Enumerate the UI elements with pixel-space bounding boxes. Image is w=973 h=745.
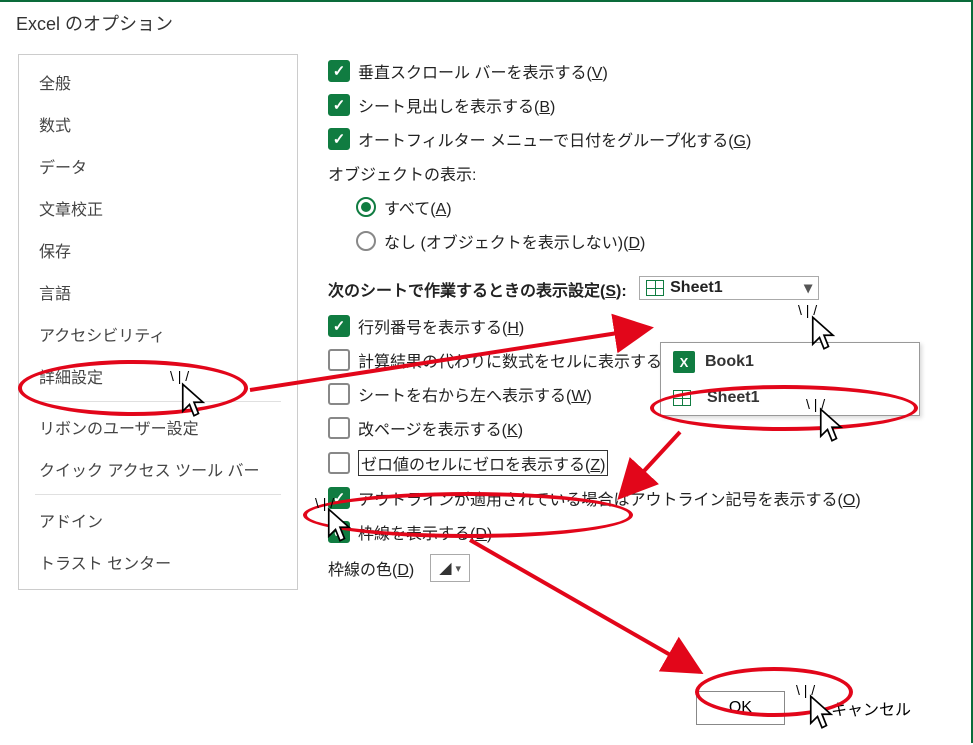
checkbox-icon[interactable]: [328, 452, 350, 474]
cancel-button[interactable]: キャンセル: [799, 691, 943, 725]
check-outline-symbols[interactable]: アウトラインが適用されている場合はアウトライン記号を表示する(O): [328, 481, 951, 515]
checkbox-icon[interactable]: [328, 383, 350, 405]
sidebar-item-addins[interactable]: アドイン: [19, 499, 297, 541]
radio-objects-none[interactable]: なし (オブジェクトを表示しない)(D): [356, 224, 951, 258]
checkbox-icon[interactable]: [328, 315, 350, 337]
radio-icon[interactable]: [356, 197, 376, 217]
sheet-icon: [673, 390, 691, 406]
sheet-dropdown-list: X Book1 Sheet1: [660, 342, 920, 416]
objects-heading: オブジェクトの表示:: [328, 156, 951, 190]
sidebar-item-proofing[interactable]: 文章校正: [19, 187, 297, 229]
sidebar-item-general[interactable]: 全般: [19, 61, 297, 103]
check-page-breaks[interactable]: 改ページを表示する(K): [328, 411, 951, 445]
dropdown-item-sheet1[interactable]: Sheet1: [661, 381, 919, 415]
checkbox-icon[interactable]: [328, 128, 350, 150]
sidebar-item-accessibility[interactable]: アクセシビリティ: [19, 313, 297, 355]
check-autofilter-group-dates[interactable]: オートフィルター メニューで日付をグループ化する(G): [328, 122, 951, 156]
checkbox-icon[interactable]: [328, 417, 350, 439]
sidebar-item-customize-ribbon[interactable]: リボンのユーザー設定: [19, 406, 297, 448]
check-gridlines[interactable]: 枠線を表示する(D): [328, 515, 951, 549]
sidebar-item-advanced[interactable]: 詳細設定: [19, 355, 297, 397]
check-sheet-tabs[interactable]: シート見出しを表示する(B): [328, 88, 951, 122]
radio-objects-all[interactable]: すべて(A): [356, 190, 951, 224]
checkbox-icon[interactable]: [328, 94, 350, 116]
sheet-dropdown[interactable]: Sheet1: [639, 276, 819, 300]
check-show-zero-values[interactable]: ゼロ値のセルにゼロを表示する(Z): [328, 445, 951, 481]
sidebar-item-trust-center[interactable]: トラスト センター: [19, 541, 297, 583]
ok-button[interactable]: OK: [696, 691, 785, 725]
excel-icon: X: [673, 351, 695, 373]
radio-icon[interactable]: [356, 231, 376, 251]
dialog-title: Excel のオプション: [0, 2, 971, 44]
paint-bucket-icon: [439, 558, 451, 578]
sidebar-item-data[interactable]: データ: [19, 145, 297, 187]
main-panel: 垂直スクロール バーを表示する(V) シート見出しを表示する(B) オートフィル…: [298, 44, 971, 590]
checkbox-icon[interactable]: [328, 60, 350, 82]
sidebar-item-language[interactable]: 言語: [19, 271, 297, 313]
checkbox-icon[interactable]: [328, 487, 350, 509]
sheet-icon: [646, 280, 664, 296]
checkbox-icon[interactable]: [328, 521, 350, 543]
sidebar-item-save[interactable]: 保存: [19, 229, 297, 271]
check-row-col-headers[interactable]: 行列番号を表示する(H): [328, 309, 951, 343]
checkbox-icon[interactable]: [328, 349, 350, 371]
sidebar-item-formulas[interactable]: 数式: [19, 103, 297, 145]
sidebar: 全般 数式 データ 文章校正 保存 言語 アクセシビリティ 詳細設定 リボンのユ…: [18, 54, 298, 590]
dropdown-item-book1[interactable]: X Book1: [661, 343, 919, 381]
gridline-color-button[interactable]: [430, 554, 470, 582]
sidebar-item-quick-access[interactable]: クイック アクセス ツール バー: [19, 448, 297, 490]
section-worksheet-display: 次のシートで作業するときの表示設定(S): Sheet1: [328, 258, 951, 309]
check-vertical-scrollbar[interactable]: 垂直スクロール バーを表示する(V): [328, 54, 951, 88]
gridline-color-row: 枠線の色(D): [328, 549, 951, 587]
